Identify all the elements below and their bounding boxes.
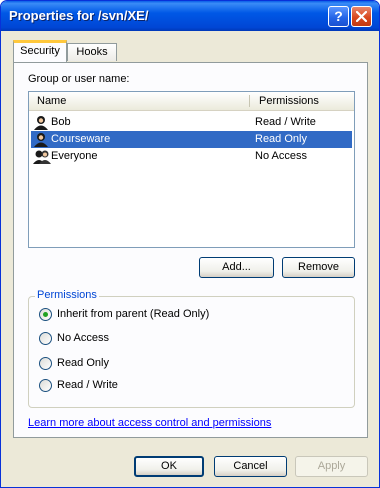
radio-indicator[interactable] [39,332,52,345]
radio-label: Read Only [57,357,109,369]
row-permission: Read / Write [255,116,316,128]
help-link[interactable]: Learn more about access control and perm… [28,417,271,429]
radio-indicator[interactable] [39,357,52,370]
window-title: Properties for /svn/XE/ [9,8,149,23]
radio-indicator[interactable] [39,379,52,392]
row-permission: No Access [255,150,307,162]
ok-button-label: OK [161,460,177,472]
cancel-button[interactable]: Cancel [214,456,287,477]
permissions-group: Permissions Inherit from parent (Read On… [28,289,355,408]
list-header: Name Permissions [29,92,354,111]
add-button-label: Add... [222,261,251,273]
add-button[interactable]: Add... [199,257,274,278]
close-icon [356,11,367,22]
close-button[interactable] [351,6,372,27]
cancel-button-label: Cancel [233,460,268,472]
help-button[interactable]: ? [328,6,349,27]
tab-hooks-label: Hooks [76,46,108,58]
row-name: Everyone [51,150,98,162]
apply-button-label: Apply [317,460,346,472]
properties-dialog: Properties for /svn/XE/ ? Security Hooks… [0,0,380,488]
radio-label: No Access [57,332,109,344]
radio-label: Inherit from parent (Read Only) [57,308,210,320]
tab-security[interactable]: Security [13,40,67,62]
ok-button[interactable]: OK [134,456,204,477]
radio-label: Read / Write [57,379,118,391]
column-header-name[interactable]: Name [37,95,66,107]
group-icon [33,150,51,164]
tab-security-label: Security [20,45,60,57]
column-divider[interactable] [249,95,250,107]
row-name: Courseware [51,133,111,145]
row-permission: Read Only [255,133,307,145]
user-icon [34,133,48,147]
group-or-user-label: Group or user name: [28,73,130,85]
remove-button-label: Remove [298,261,339,273]
radio-indicator[interactable] [39,308,52,321]
list-row-everyone[interactable]: Everyone No Access [31,148,352,165]
security-panel: Group or user name: Name Permissions Bob… [13,62,368,438]
user-icon [34,116,48,130]
user-list[interactable]: Name Permissions Bob Read / Write Course… [28,91,355,248]
help-icon: ? [334,8,343,24]
permissions-legend: Permissions [35,289,99,301]
row-name: Bob [51,116,71,128]
list-row-courseware[interactable]: Courseware Read Only [31,131,352,148]
remove-button[interactable]: Remove [282,257,355,278]
list-row-bob[interactable]: Bob Read / Write [31,114,352,131]
column-header-permissions[interactable]: Permissions [259,95,319,107]
apply-button[interactable]: Apply [295,456,368,477]
tab-hooks[interactable]: Hooks [67,43,117,61]
title-bar[interactable]: Properties for /svn/XE/ ? [1,1,379,31]
